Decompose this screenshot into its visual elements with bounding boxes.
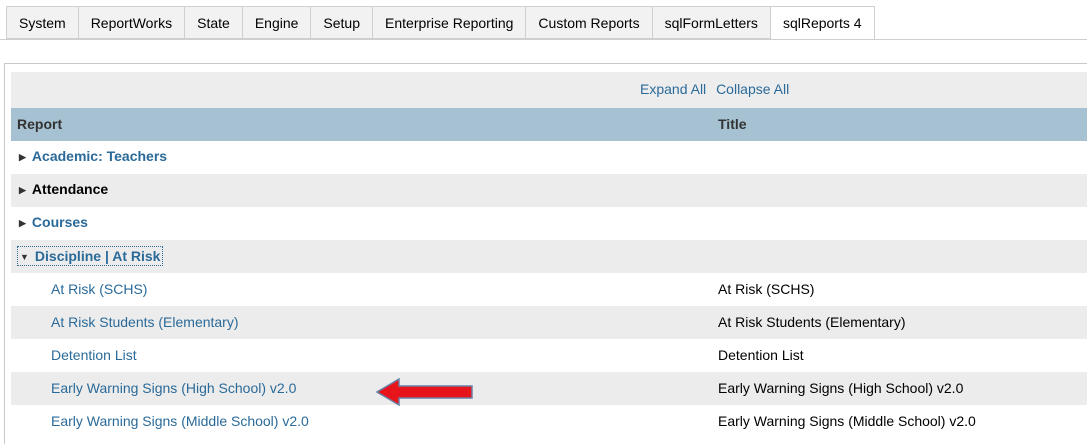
tab-engine[interactable]: Engine <box>241 6 311 39</box>
group-row: ▶ Courses <box>11 207 1087 240</box>
column-header-title: Title <box>718 116 747 132</box>
expand-toolbar: Expand All Collapse All <box>11 72 1087 108</box>
table-row: At Risk Students (Elementary) At Risk St… <box>11 306 1087 339</box>
group-row: ▼ Discipline | At Risk <box>11 240 1087 273</box>
tab-sqlformletters[interactable]: sqlFormLetters <box>651 6 770 39</box>
triangle-right-icon: ▶ <box>19 185 26 195</box>
report-title: At Risk (SCHS) <box>718 281 815 297</box>
group-courses[interactable]: ▶ Courses <box>17 213 90 231</box>
table-row: Detention List Detention List <box>11 339 1087 372</box>
group-discipline-at-risk[interactable]: ▼ Discipline | At Risk <box>17 246 164 266</box>
tab-custom-reports[interactable]: Custom Reports <box>525 6 652 39</box>
tab-enterprise-reporting[interactable]: Enterprise Reporting <box>372 6 526 39</box>
group-row: ▶ Academic: Teachers <box>11 141 1087 174</box>
report-link[interactable]: At Risk (SCHS) <box>51 281 147 297</box>
triangle-down-icon: ▼ <box>20 252 29 262</box>
report-title: At Risk Students (Elementary) <box>718 314 906 330</box>
triangle-right-icon: ▶ <box>19 218 26 228</box>
table-header: Report Title <box>11 108 1087 141</box>
report-link[interactable]: Early Warning Signs (Middle School) v2.0 <box>51 413 309 429</box>
report-link[interactable]: Early Warning Signs (High School) v2.0 <box>51 380 296 396</box>
collapse-all-link[interactable]: Collapse All <box>716 81 789 97</box>
triangle-right-icon: ▶ <box>19 152 26 162</box>
report-link[interactable]: At Risk Students (Elementary) <box>51 314 239 330</box>
tab-system[interactable]: System <box>6 6 78 39</box>
tab-state[interactable]: State <box>184 6 242 39</box>
column-header-report: Report <box>17 116 63 132</box>
table-row: Early Warning Signs (High School) v2.0 E… <box>11 372 1087 405</box>
tab-divider <box>0 39 1087 40</box>
tab-bar: System ReportWorks State Engine Setup En… <box>6 6 875 40</box>
tab-reportworks[interactable]: ReportWorks <box>77 6 185 39</box>
tab-setup[interactable]: Setup <box>310 6 373 39</box>
tab-sqlreports-4[interactable]: sqlReports 4 <box>769 6 875 40</box>
table-row: At Risk (SCHS) At Risk (SCHS) <box>11 273 1087 306</box>
report-link[interactable]: Detention List <box>51 347 137 363</box>
table-row: Early Warning Signs (Middle School) v2.0… <box>11 405 1087 438</box>
group-academic-teachers[interactable]: ▶ Academic: Teachers <box>17 147 169 165</box>
report-title: Early Warning Signs (Middle School) v2.0 <box>718 413 976 429</box>
red-arrow-icon <box>375 378 473 406</box>
expand-all-link[interactable]: Expand All <box>640 81 706 97</box>
report-title: Detention List <box>718 347 804 363</box>
group-row: ▶ Attendance <box>11 174 1087 207</box>
report-title: Early Warning Signs (High School) v2.0 <box>718 380 964 396</box>
group-attendance[interactable]: ▶ Attendance <box>17 180 110 198</box>
